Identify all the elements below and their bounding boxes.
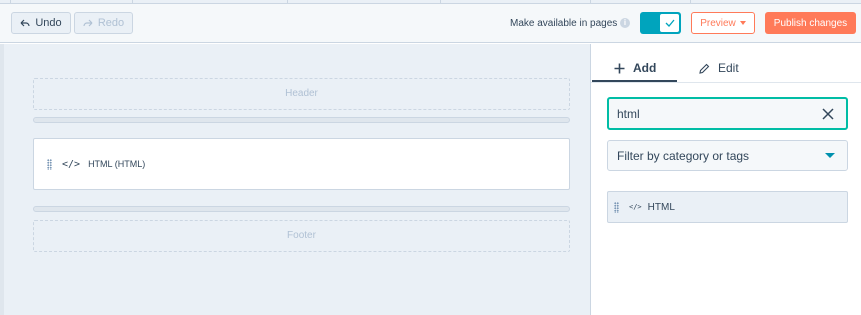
toggle-knob	[660, 14, 679, 32]
header-dropzone[interactable]: Header	[33, 78, 570, 110]
section-divider-bar[interactable]	[33, 206, 570, 212]
module-panel: Add Edit html Filter by category or tags…	[590, 44, 861, 315]
tab-edit[interactable]: Edit	[699, 53, 739, 83]
publish-button[interactable]: Publish changes	[765, 12, 856, 34]
search-value: html	[617, 106, 640, 121]
close-icon[interactable]	[822, 107, 834, 120]
pencil-icon	[699, 63, 710, 74]
caret-down-icon	[739, 21, 746, 25]
filter-placeholder: Filter by category or tags	[617, 148, 750, 163]
tab-divider	[591, 82, 861, 83]
undo-label: Undo	[35, 17, 62, 29]
plus-icon	[614, 63, 625, 73]
tab-edit-label: Edit	[718, 61, 739, 75]
drag-handle-icon[interactable]	[47, 158, 52, 170]
redo-icon	[83, 19, 93, 27]
module-label: HTML (HTML)	[88, 159, 146, 169]
check-icon	[665, 19, 674, 27]
code-icon: </>	[629, 203, 642, 211]
header-label: Header	[285, 88, 318, 99]
module-search-input[interactable]: html	[607, 97, 848, 130]
undo-icon	[20, 19, 30, 27]
tab-add-label: Add	[633, 61, 657, 75]
module-result-item[interactable]: </> HTML	[607, 191, 848, 223]
preview-button[interactable]: Preview	[691, 12, 755, 34]
make-available-toggle[interactable]	[640, 12, 681, 34]
make-available-label: Make available in pages	[510, 18, 618, 29]
preview-label: Preview	[700, 17, 736, 29]
section-divider-bar[interactable]	[33, 117, 570, 123]
editor-toolbar: Undo Redo Make available in pages i Prev…	[0, 4, 861, 43]
undo-button[interactable]: Undo	[11, 12, 71, 34]
chevron-down-icon	[825, 153, 835, 158]
code-icon: </>	[62, 158, 81, 170]
publish-label: Publish changes	[773, 17, 848, 29]
result-label: HTML	[647, 201, 675, 213]
redo-button[interactable]: Redo	[74, 12, 133, 34]
page-canvas: Header </> HTML (HTML) Footer	[0, 44, 590, 315]
redo-label: Redo	[97, 17, 125, 29]
tab-add[interactable]: Add	[614, 53, 656, 83]
category-filter-select[interactable]: Filter by category or tags	[607, 140, 848, 171]
html-module[interactable]: </> HTML (HTML)	[33, 138, 570, 190]
info-icon[interactable]: i	[620, 18, 630, 28]
footer-label: Footer	[287, 230, 316, 241]
footer-dropzone[interactable]: Footer	[33, 220, 570, 252]
drag-handle-icon[interactable]	[614, 201, 619, 213]
